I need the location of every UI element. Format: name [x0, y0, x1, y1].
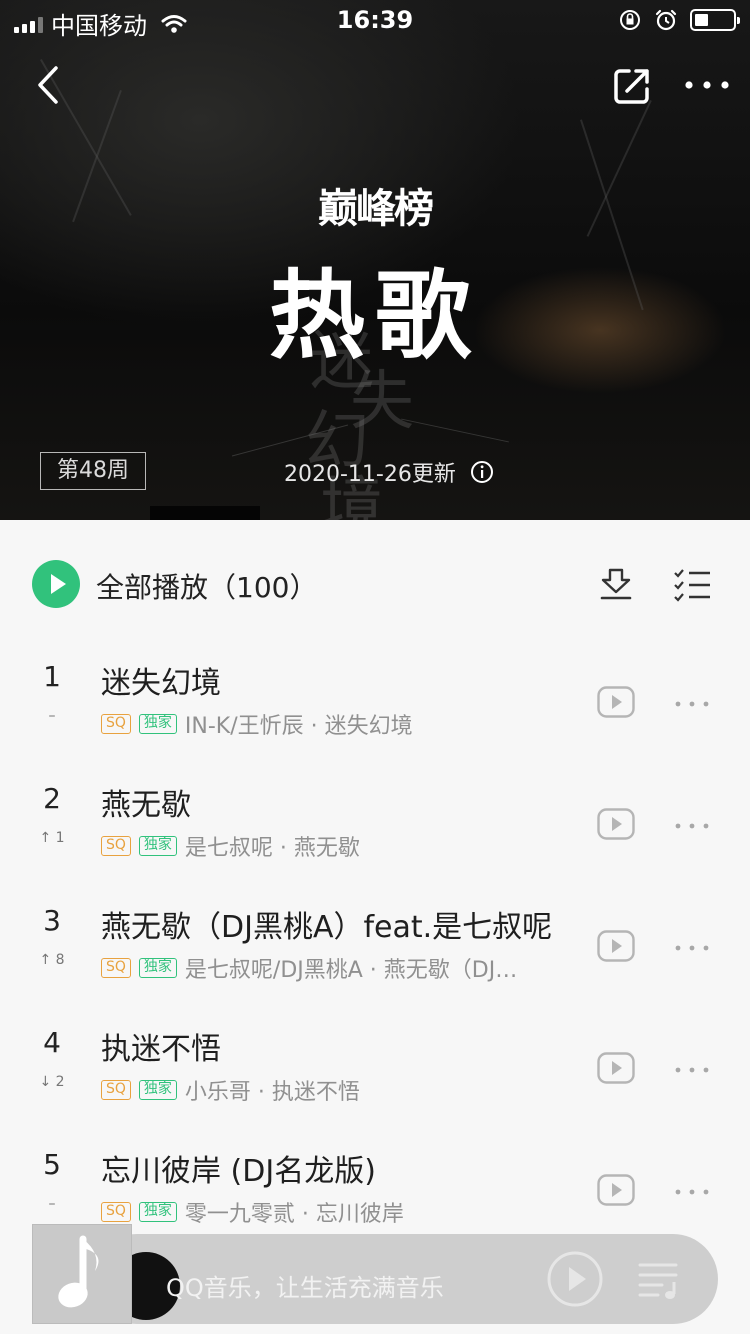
song-more-icon[interactable] — [674, 822, 710, 830]
rank-change: ↑ 1 — [39, 830, 65, 846]
mv-icon[interactable] — [597, 686, 635, 718]
mv-icon[interactable] — [597, 808, 635, 840]
song-row[interactable]: 4 ↓ 2 执迷不悟 SQ 独家 小乐哥 · 执迷不悟 — [0, 1016, 750, 1138]
mv-icon[interactable] — [597, 1052, 635, 1084]
info-icon[interactable] — [470, 460, 494, 484]
battery-level — [695, 14, 708, 26]
sq-badge: SQ — [101, 836, 131, 856]
song-more-icon[interactable] — [674, 700, 710, 708]
rank-change: ↑ 8 — [39, 952, 65, 968]
multi-select-icon[interactable] — [672, 566, 712, 602]
sq-badge: SQ — [101, 714, 131, 734]
sq-badge: SQ — [101, 1080, 131, 1100]
exclusive-badge: 独家 — [138, 836, 177, 856]
alarm-icon — [655, 9, 677, 31]
album-cover[interactable] — [32, 1224, 132, 1324]
song-title: 迷失幻境 — [101, 666, 221, 701]
rank-change: – — [48, 1196, 56, 1212]
song-meta: SQ 独家 小乐哥 · 执迷不悟 — [101, 1074, 585, 1106]
player-play-icon[interactable] — [546, 1250, 604, 1308]
exclusive-badge: 独家 — [138, 958, 177, 978]
status-icons — [618, 8, 740, 32]
rank-change: – — [48, 708, 56, 724]
page-title: 热歌 — [269, 260, 481, 372]
share-icon[interactable] — [612, 66, 652, 106]
song-row[interactable]: 3 ↑ 8 燕无歇（DJ黑桃A）feat.是七叔呢 SQ 独家 是七叔呢/DJ黑… — [0, 894, 750, 1016]
status-bar: 中国移动 16:39 — [0, 0, 750, 40]
song-title: 执迷不悟 — [101, 1032, 221, 1067]
player-text: QQ音乐，让生活充满音乐 — [166, 1274, 444, 1302]
chart-logo: 巅峰榜 — [318, 186, 434, 232]
exclusive-badge: 独家 — [138, 1080, 177, 1100]
more-menu-icon[interactable] — [684, 78, 730, 92]
update-date: 2020-11-26更新 — [284, 462, 456, 487]
week-badge: 第48周 — [40, 452, 146, 490]
mv-icon[interactable] — [597, 1174, 635, 1206]
bg-shape — [150, 506, 260, 520]
play-icon — [51, 574, 66, 594]
battery-icon — [690, 9, 740, 31]
song-rank: 4 — [43, 1026, 61, 1059]
song-meta: SQ 独家 IN-K/王忻辰 · 迷失幻境 — [101, 708, 585, 740]
orientation-lock-icon — [620, 10, 640, 30]
song-title: 忘川彼岸 (DJ名龙版) — [101, 1154, 376, 1189]
exclusive-badge: 独家 — [138, 1202, 177, 1222]
song-meta: SQ 独家 是七叔呢/DJ黑桃A · 燕无歇（DJ… — [101, 952, 585, 984]
mini-player[interactable]: QQ音乐，让生活充满音乐 — [32, 1224, 718, 1334]
update-info: 2020-11-26更新 — [284, 456, 494, 488]
song-rank: 1 — [43, 660, 61, 693]
play-all-button[interactable] — [32, 560, 80, 608]
playlist-icon[interactable] — [638, 1260, 682, 1300]
song-rank: 5 — [43, 1148, 61, 1181]
rank-change: ↓ 2 — [39, 1074, 65, 1090]
play-all-label: 全部播放（100） — [96, 571, 318, 604]
back-icon[interactable] — [34, 64, 64, 106]
song-title: 燕无歇 — [101, 788, 191, 823]
song-rank: 2 — [43, 782, 61, 815]
sq-badge: SQ — [101, 958, 131, 978]
song-artist-album: IN-K/王忻辰 · 迷失幻境 — [184, 714, 413, 739]
song-rank: 3 — [43, 904, 61, 937]
song-artist-album: 是七叔呢/DJ黑桃A · 燕无歇（DJ… — [184, 958, 518, 983]
song-more-icon[interactable] — [674, 944, 710, 952]
song-title: 燕无歇（DJ黑桃A）feat.是七叔呢 — [101, 910, 553, 945]
bg-line — [401, 418, 509, 443]
download-icon[interactable] — [598, 566, 634, 602]
song-artist-album: 是七叔呢 · 燕无歇 — [184, 836, 360, 861]
song-row[interactable]: 2 ↑ 1 燕无歇 SQ 独家 是七叔呢 · 燕无歇 — [0, 772, 750, 894]
play-all-row[interactable]: 全部播放（100） — [0, 520, 750, 650]
exclusive-badge: 独家 — [138, 714, 177, 734]
sq-badge: SQ — [101, 1202, 131, 1222]
song-more-icon[interactable] — [674, 1188, 710, 1196]
music-note-icon — [58, 1235, 99, 1308]
song-row[interactable]: 1 – 迷失幻境 SQ 独家 IN-K/王忻辰 · 迷失幻境 — [0, 650, 750, 772]
song-meta: SQ 独家 是七叔呢 · 燕无歇 — [101, 830, 585, 862]
song-artist-album: 小乐哥 · 执迷不悟 — [184, 1080, 360, 1105]
mv-icon[interactable] — [597, 930, 635, 962]
song-more-icon[interactable] — [674, 1066, 710, 1074]
